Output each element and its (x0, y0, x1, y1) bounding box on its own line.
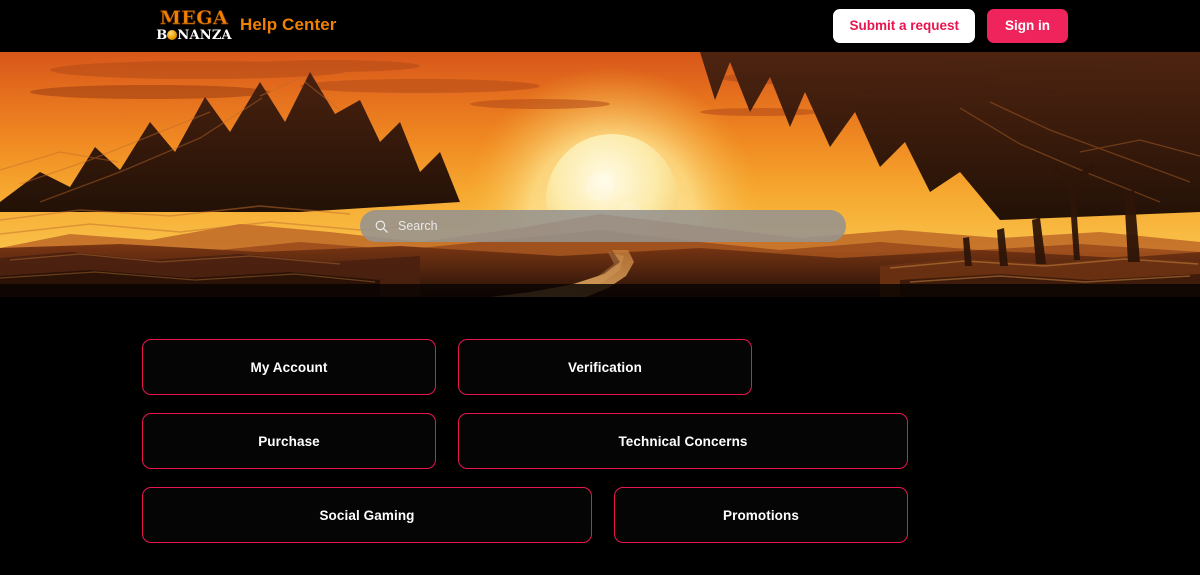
site-header: MEGA B NANZA Help Center Submit a request… (0, 0, 1200, 52)
search-bar[interactable] (360, 210, 846, 242)
hero-banner (0, 52, 1200, 297)
category-purchase[interactable]: Purchase (142, 413, 436, 469)
search-icon (375, 220, 388, 233)
logo-bottom-prefix: B (156, 28, 168, 43)
logo-bottom-text: B NANZA (156, 28, 232, 43)
search-input[interactable] (398, 219, 832, 233)
header-actions: Submit a request Sign in (833, 9, 1068, 43)
submit-request-button[interactable]: Submit a request (833, 9, 975, 43)
logo-top-text: MEGA (159, 7, 229, 29)
sign-in-button[interactable]: Sign in (987, 9, 1068, 43)
category-social-gaming[interactable]: Social Gaming (142, 487, 592, 543)
hero-illustration (0, 52, 1200, 297)
site-title[interactable]: Help Center (240, 15, 337, 35)
category-promotions[interactable]: Promotions (614, 487, 908, 543)
category-verification[interactable]: Verification (458, 339, 752, 395)
category-grid: My Account Verification Purchase Technic… (142, 339, 1064, 543)
logo[interactable]: MEGA B NANZA (156, 3, 232, 49)
help-center-page: MEGA B NANZA Help Center Submit a request… (0, 0, 1200, 575)
logo-bottom-suffix: NANZA (177, 28, 232, 43)
categories-section: My Account Verification Purchase Technic… (0, 297, 1200, 575)
coin-icon (167, 30, 178, 40)
category-my-account[interactable]: My Account (142, 339, 436, 395)
category-technical-concerns[interactable]: Technical Concerns (458, 413, 908, 469)
